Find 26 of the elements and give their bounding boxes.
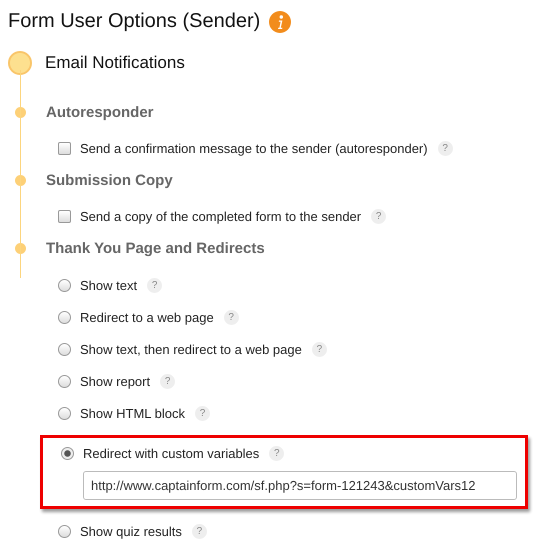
page-title: Form User Options (Sender)	[8, 10, 260, 33]
section-heading: Thank You Page and Redirects	[46, 240, 265, 257]
option-label[interactable]: Show report	[80, 374, 150, 388]
radio-button[interactable]	[58, 342, 71, 356]
option-label[interactable]: Show text, then redirect to a web page	[80, 342, 302, 356]
option-label[interactable]: Send a copy of the completed form to the sender	[80, 208, 362, 224]
option-label[interactable]: Show text	[80, 278, 138, 292]
url-field[interactable]: http://www.captainform.com/sf.php?s=form-121243&customVars12	[83, 471, 517, 500]
option-label[interactable]: Show HTML block	[80, 406, 185, 420]
option-label[interactable]: Redirect with custom variables	[83, 446, 260, 460]
radio-button[interactable]	[58, 310, 71, 324]
info-icon[interactable]	[269, 10, 292, 32]
stage-dot	[8, 51, 32, 75]
radio-button[interactable]	[58, 406, 71, 420]
radio-button[interactable]	[58, 374, 71, 388]
option-label[interactable]: Send a confirmation message to the sender (autoresponder)	[80, 140, 428, 156]
radio-button[interactable]	[58, 524, 71, 538]
option-label[interactable]: Redirect to a web page	[80, 310, 214, 324]
checkbox[interactable]	[58, 210, 71, 222]
radio-button[interactable]	[58, 278, 71, 292]
option-label[interactable]: Show quiz results	[80, 524, 182, 538]
radio-button[interactable]	[61, 446, 74, 460]
stage-label: Email Notifications	[45, 53, 185, 73]
checkbox[interactable]	[58, 142, 71, 154]
section-heading: Autoresponder	[46, 104, 154, 121]
section-heading: Submission Copy	[46, 172, 173, 189]
